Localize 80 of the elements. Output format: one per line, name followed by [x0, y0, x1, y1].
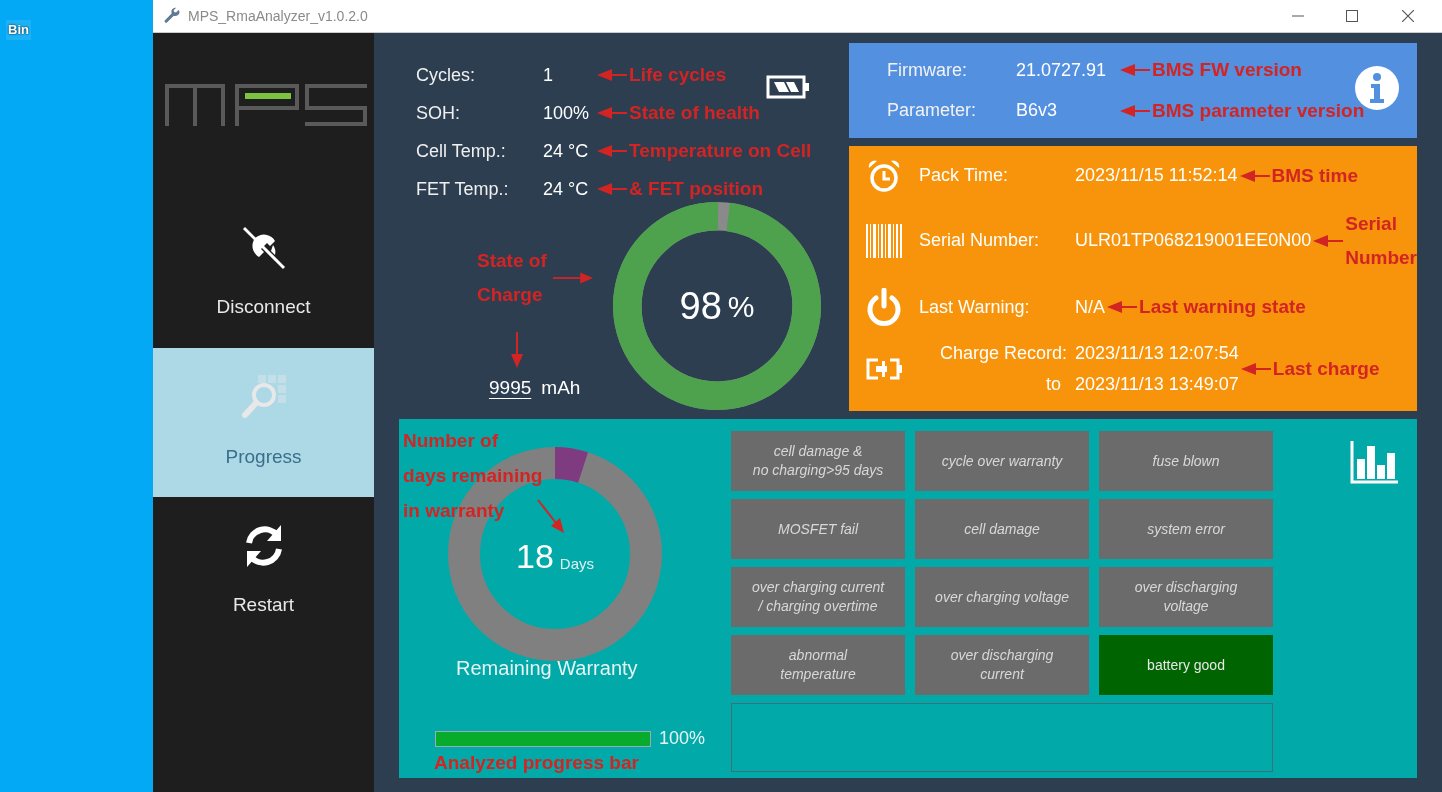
charge-percent: 98 — [679, 283, 722, 329]
annotation-arrow — [597, 145, 628, 157]
annotation: Last warning state — [1139, 295, 1306, 320]
info-value: 2023/11/13 13:49:07 — [1075, 373, 1239, 397]
status-tile: cell damage — [915, 499, 1090, 559]
maximize-icon[interactable] — [1346, 10, 1358, 22]
annotation-arrow — [1120, 64, 1151, 77]
annotation-arrow — [537, 499, 566, 533]
annotation: BMS parameter version — [1152, 98, 1365, 123]
annotation: State of Charge — [477, 249, 547, 307]
wrench-icon — [163, 7, 181, 25]
status-tile: abnormal temperature — [731, 635, 906, 695]
annotation-arrow — [1120, 104, 1151, 117]
status-tile: over discharging voltage — [1099, 567, 1274, 627]
status-tile: cell damage & no charging>95 days — [731, 431, 906, 491]
info-value: 2023/11/15 11:52:14 — [1075, 164, 1238, 188]
days-value: 18 — [516, 535, 554, 577]
progress-reading: 100% — [659, 727, 706, 750]
alarm-clock-icon — [867, 158, 902, 193]
info-value: ULR01TP068219001EE0N00 — [1075, 229, 1312, 253]
annotation: Analyzed progress bar — [434, 751, 639, 775]
stat-value: 1 — [543, 63, 555, 87]
version-label: Firmware: — [887, 58, 969, 82]
annotation: BMS FW version — [1152, 58, 1302, 82]
stat-label: SOH: — [416, 101, 462, 125]
unplug-icon — [240, 225, 287, 272]
annotation-arrow — [552, 271, 593, 285]
warranty-caption: Remaining Warranty — [456, 656, 638, 681]
annotation: Last charge — [1272, 357, 1380, 382]
status-tile: over charging voltage — [915, 567, 1090, 627]
percent-sign: % — [727, 288, 755, 325]
battery-icon — [766, 75, 811, 99]
info-label: Charge Record: — [939, 342, 1068, 366]
close-icon[interactable] — [1402, 10, 1414, 22]
info-label: to — [1046, 373, 1063, 397]
battery-charging-icon — [866, 358, 903, 381]
annotation: Serial Number — [1345, 211, 1417, 270]
info-value: N/A — [1075, 295, 1106, 319]
power-icon — [866, 288, 903, 327]
version-value: 21.0727.91 — [1016, 58, 1108, 82]
capacity-value: 9995 — [489, 376, 532, 400]
annotation: BMS time — [1271, 163, 1359, 188]
annotation: Temperature on Cell — [629, 138, 812, 163]
annotation-arrow — [1107, 301, 1138, 314]
status-tile: cycle over warranty — [915, 431, 1090, 491]
info-value: 2023/11/13 12:07:54 — [1075, 342, 1239, 366]
sidebar-button[interactable]: Progress — [153, 348, 375, 497]
status-tile: over discharging current — [915, 635, 1090, 695]
version-value: B6v3 — [1016, 99, 1059, 123]
stat-label: Cycles: — [416, 63, 477, 87]
status-tile: MOSFET fail — [731, 499, 906, 559]
status-tile: over charging current / charging overtime — [731, 567, 906, 627]
stat-value: 100% — [543, 101, 591, 125]
window-title: MPS_RmaAnalyzer_v1.0.2.0 — [188, 6, 368, 26]
stat-label: Cell Temp.: — [416, 139, 507, 163]
annotation-arrow — [1240, 363, 1271, 376]
annotation: Life cycles — [629, 62, 727, 87]
annotation-arrow — [597, 183, 628, 195]
annotation: State of health — [629, 100, 760, 125]
info-label: Serial Number: — [919, 229, 1041, 253]
stat-value: 24 °C — [543, 139, 590, 163]
stat-value: 24 °C — [543, 177, 590, 201]
version-label: Parameter: — [887, 99, 978, 123]
status-tile: battery good — [1099, 635, 1274, 695]
stat-label: FET Temp.: — [416, 177, 510, 201]
capacity-unit: mAh — [541, 376, 581, 400]
days-unit: Days — [559, 553, 595, 574]
status-tile: fuse blown — [1099, 431, 1274, 491]
annotation-arrow — [597, 69, 628, 81]
logo-icon — [165, 84, 369, 126]
info-label: Last Warning: — [919, 295, 1031, 319]
annotation-arrow — [510, 332, 525, 368]
info-label: Pack Time: — [919, 164, 1010, 188]
bar-chart-icon[interactable] — [1350, 441, 1398, 484]
annotation-arrow — [597, 107, 628, 119]
status-tile: system error — [1099, 499, 1274, 559]
annotation-arrow — [1239, 169, 1270, 182]
annotation-arrow — [1313, 234, 1344, 247]
barcode-icon — [866, 223, 903, 258]
annotation: & FET position — [629, 176, 764, 201]
